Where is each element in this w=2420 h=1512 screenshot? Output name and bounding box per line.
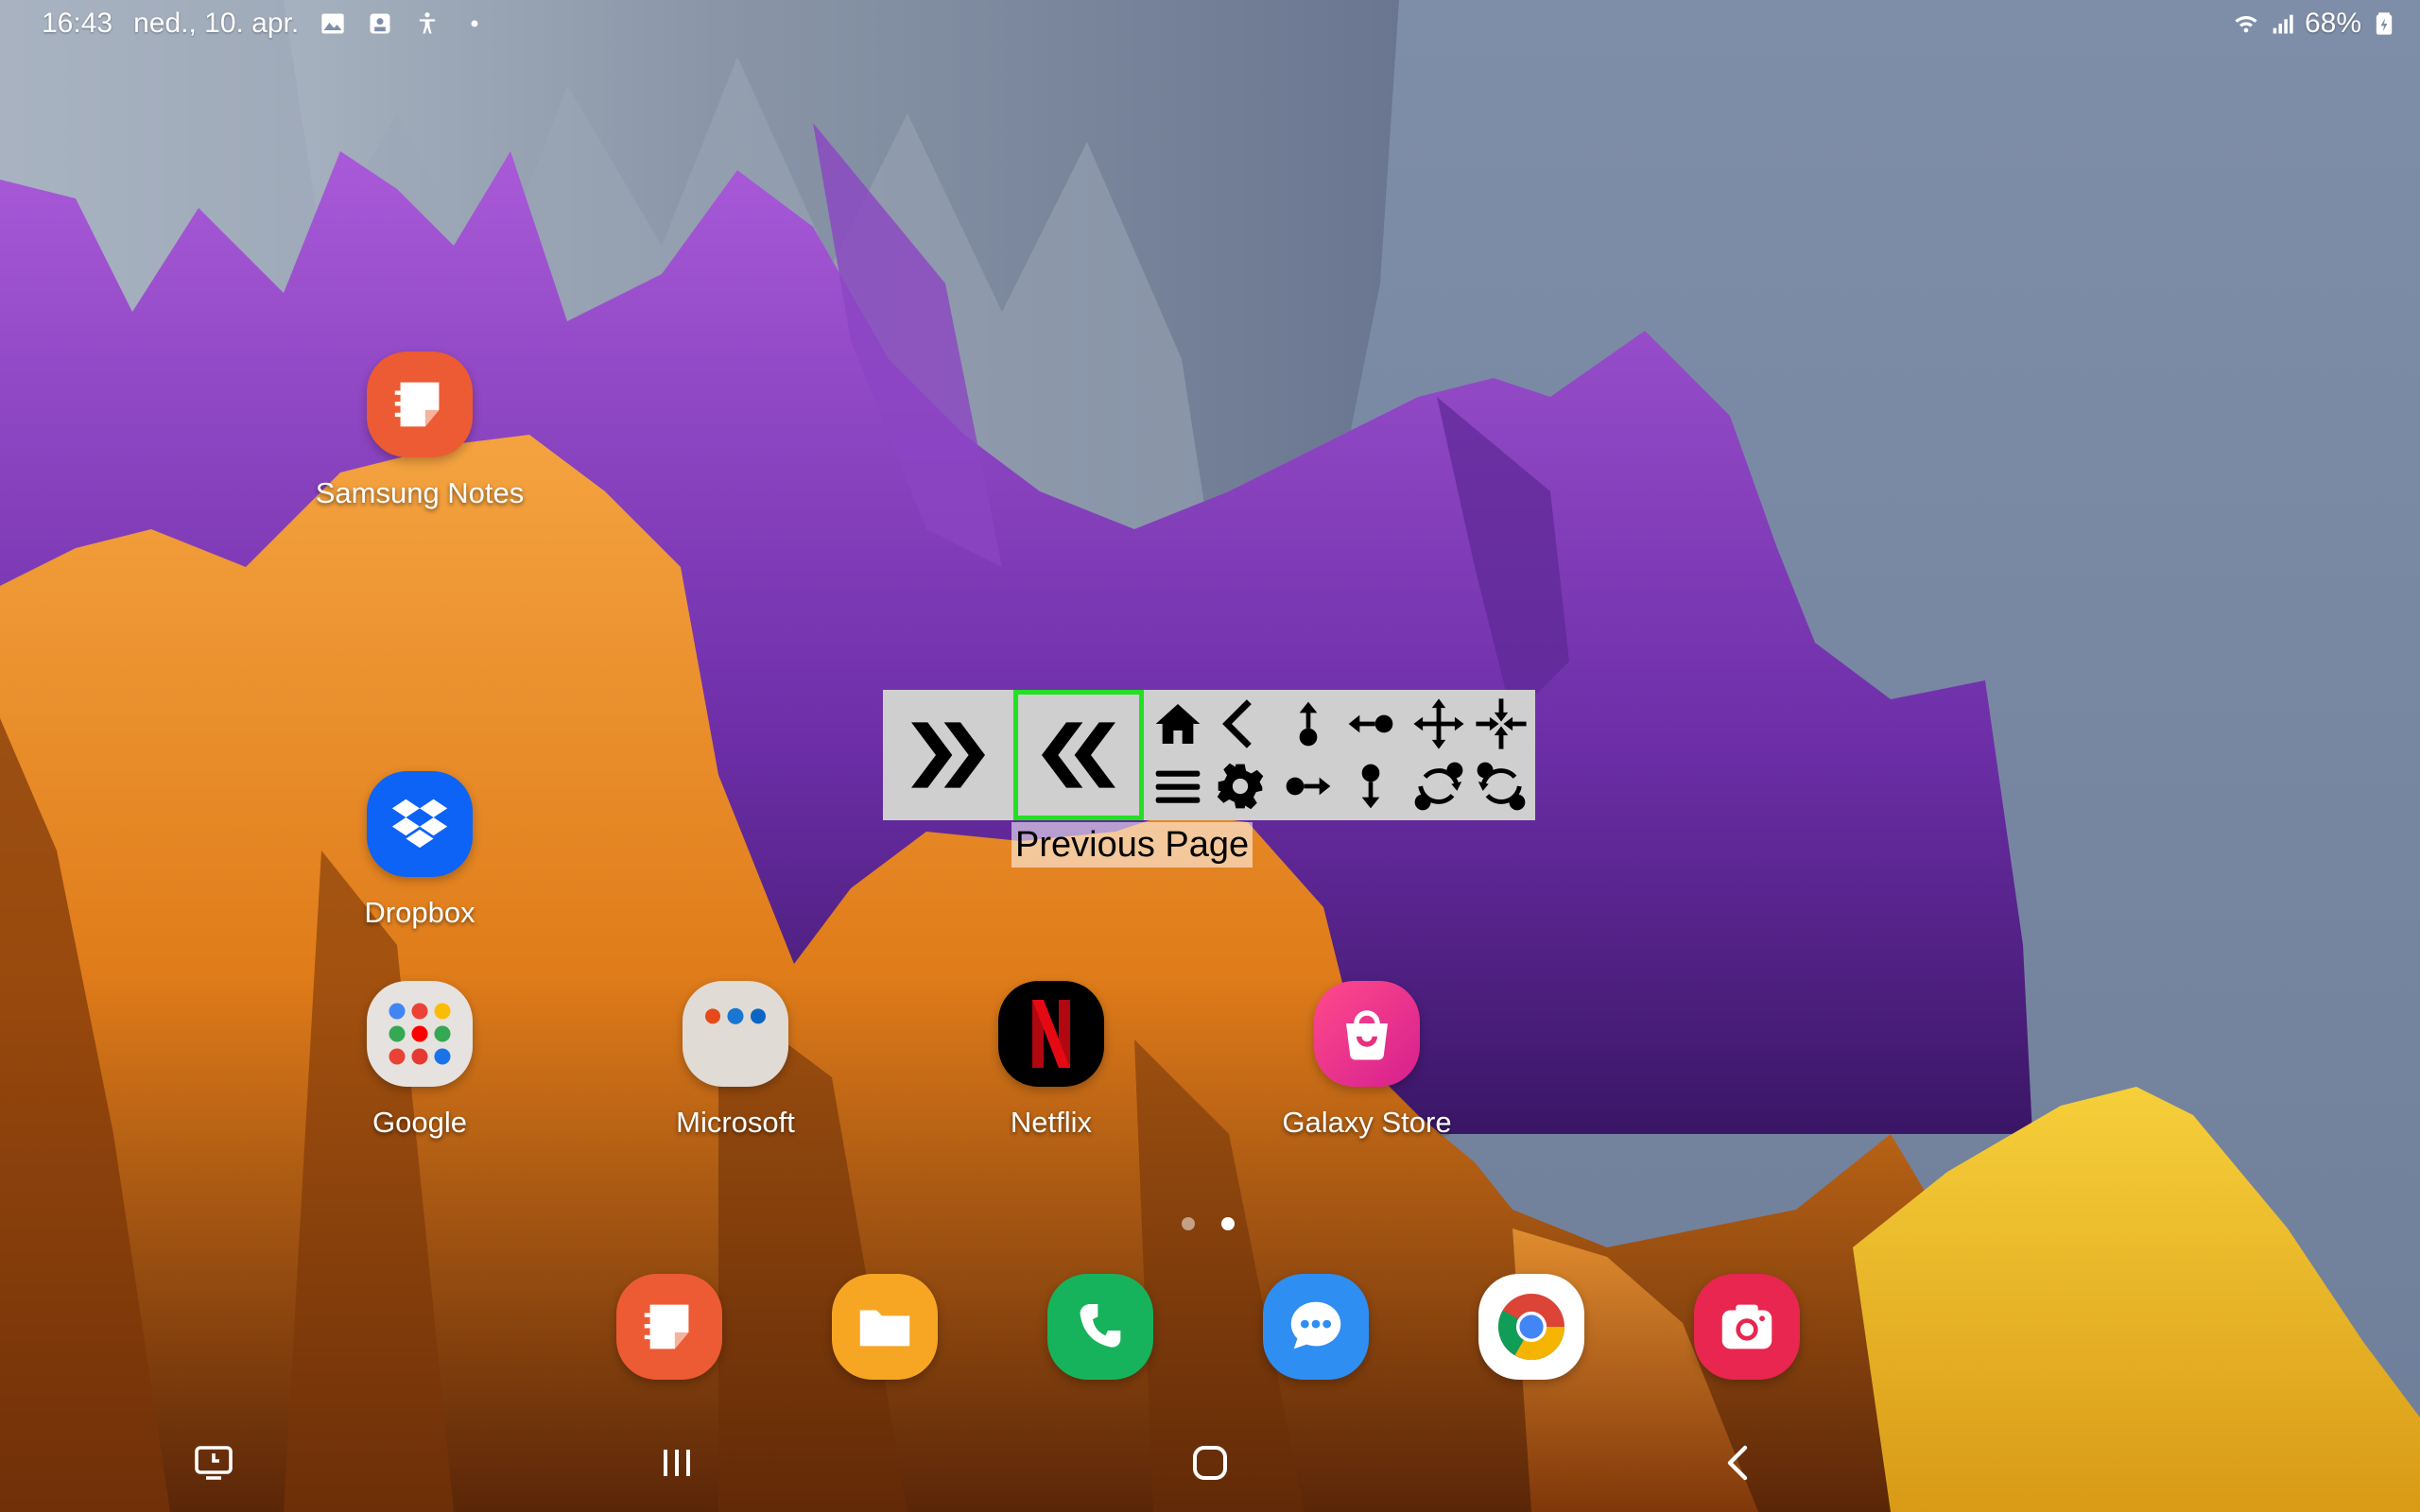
- battery-icon: [2371, 10, 2397, 37]
- nav-back[interactable]: [1702, 1425, 1777, 1501]
- drag-left-icon: [1341, 695, 1400, 753]
- dot-icon: [461, 10, 488, 37]
- clock: 16:43: [42, 8, 113, 39]
- signal-icon: [2269, 10, 2295, 37]
- double-chevron-right-icon: [911, 722, 985, 788]
- double-chevron-left-icon: [1042, 722, 1115, 788]
- back-chevron-icon: [1211, 695, 1270, 753]
- nav-recent-screens[interactable]: [176, 1425, 251, 1501]
- galaxy-store-icon: [1314, 981, 1420, 1087]
- dock-samsung-notes[interactable]: [616, 1274, 722, 1380]
- next-page-button[interactable]: [883, 690, 1013, 820]
- google-folder-icon: [367, 981, 473, 1087]
- accessibility-icon: [414, 10, 441, 37]
- folder-icon: [859, 1310, 910, 1347]
- camera-icon: [1721, 1304, 1772, 1349]
- rotate-counterclockwise-icon: [1409, 757, 1468, 816]
- app-label: Galaxy Store: [1282, 1106, 1452, 1139]
- nav-home[interactable]: [1172, 1425, 1248, 1501]
- settings-gear-icon: [1211, 757, 1270, 816]
- folder-microsoft[interactable]: Microsoft: [622, 981, 849, 1140]
- accessibility-toolbar: [883, 690, 1535, 820]
- dock-my-files[interactable]: [832, 1274, 938, 1380]
- home-icon: [1193, 1446, 1227, 1480]
- samsung-notes-icon: [644, 1304, 689, 1349]
- menu-icon: [1149, 757, 1207, 816]
- status-bar: 16:43 ned., 10. apr. 68%: [0, 0, 2420, 49]
- netflix-icon: [998, 981, 1104, 1087]
- screenshot-icon: [367, 10, 393, 37]
- toolbar-tooltip: Previous Page: [1011, 822, 1253, 868]
- app-dropbox[interactable]: Dropbox: [306, 771, 533, 930]
- drag-down-icon: [1341, 757, 1400, 816]
- gallery-icon: [320, 10, 346, 37]
- dropbox-icon: [367, 771, 473, 877]
- zoom-rotate-button[interactable]: [1405, 690, 1535, 820]
- app-galaxy-store[interactable]: Galaxy Store: [1253, 981, 1480, 1140]
- dock-messages[interactable]: [1263, 1274, 1369, 1380]
- expand-arrows-icon: [1409, 695, 1468, 753]
- dock-chrome[interactable]: [1478, 1274, 1584, 1380]
- date: ned., 10. apr.: [133, 8, 300, 39]
- chrome-icon: [1498, 1294, 1564, 1360]
- app-label: Google: [372, 1106, 467, 1139]
- dock-phone[interactable]: [1047, 1274, 1153, 1380]
- battery-percent: 68%: [2304, 8, 2361, 39]
- nav-recent-apps[interactable]: [639, 1425, 715, 1501]
- recent-screens-icon: [195, 1446, 233, 1480]
- page-dot-2-current[interactable]: [1221, 1217, 1235, 1230]
- recent-apps-icon: [664, 1450, 690, 1476]
- app-netflix[interactable]: Netflix: [938, 981, 1165, 1140]
- app-label: Netflix: [1010, 1106, 1093, 1139]
- microsoft-folder-icon: [683, 981, 788, 1087]
- app-label: Dropbox: [364, 896, 475, 929]
- drag-right-icon: [1279, 757, 1338, 816]
- home-back-menu-settings-button[interactable]: [1144, 690, 1274, 820]
- previous-page-button[interactable]: [1013, 690, 1144, 820]
- messages-icon: [1290, 1301, 1341, 1349]
- wifi-icon: [2233, 10, 2259, 37]
- home-icon: [1149, 695, 1207, 753]
- drag-up-icon: [1279, 695, 1338, 753]
- folder-google[interactable]: Google: [306, 981, 533, 1140]
- app-label: Samsung Notes: [315, 476, 525, 509]
- phone-icon: [1080, 1304, 1121, 1348]
- samsung-notes-icon: [367, 352, 473, 457]
- page-dot-1[interactable]: [1182, 1217, 1195, 1230]
- back-icon: [1727, 1445, 1748, 1481]
- app-samsung-notes[interactable]: Samsung Notes: [306, 352, 533, 510]
- app-label: Microsoft: [676, 1106, 795, 1139]
- drag-controls-button[interactable]: [1274, 690, 1405, 820]
- rotate-clockwise-icon: [1472, 757, 1530, 816]
- contract-arrows-icon: [1472, 695, 1530, 753]
- dock-camera[interactable]: [1694, 1274, 1800, 1380]
